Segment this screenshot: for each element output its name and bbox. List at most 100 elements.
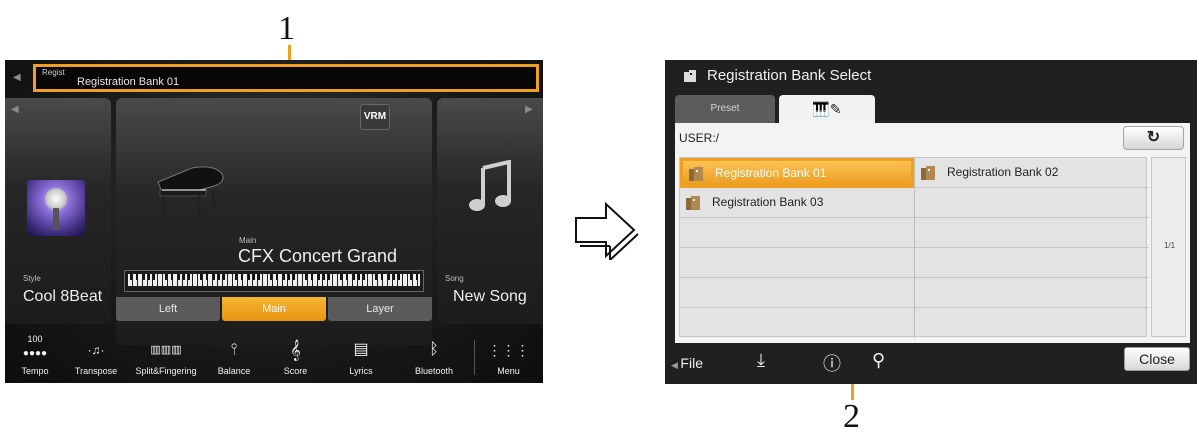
save-button[interactable]: ⤓	[757, 350, 765, 371]
tempo-button[interactable]: 100 ●●●● Tempo	[5, 328, 65, 383]
style-caption: Style	[23, 274, 41, 283]
transpose-label: Transpose	[74, 366, 118, 376]
registration-bank-icon	[684, 70, 696, 82]
bluetooth-icon: ᛒ	[429, 341, 439, 358]
score-icon: 𝄞	[290, 340, 301, 360]
regist-bank-name: Registration Bank 01	[77, 76, 180, 88]
file-item-registration-bank-03[interactable]: Registration Bank 03	[680, 188, 914, 218]
empty-file-slot	[915, 188, 1149, 218]
file-menu-button[interactable]: ◀ File	[671, 355, 703, 371]
empty-file-slot	[680, 278, 914, 308]
user-piano-edit-icon: 🎹✎	[812, 101, 842, 117]
bank-file-icon	[686, 196, 700, 210]
split-fingering-icon: ▥▥▥	[150, 344, 182, 356]
file-item-registration-bank-01[interactable]: Registration Bank 01	[680, 158, 914, 188]
bank-file-icon	[689, 167, 703, 181]
empty-file-slot	[915, 278, 1149, 308]
tempo-value: 100	[27, 334, 43, 344]
empty-file-slot	[915, 218, 1149, 248]
toolbar-divider	[474, 340, 475, 375]
lyrics-button[interactable]: ▤ Lyrics	[328, 328, 394, 383]
lyrics-icon: ▤	[353, 341, 369, 358]
menu-button[interactable]: ⋮⋮⋮ Menu	[474, 328, 543, 383]
bank-select-toolbar: ◀ File ⤓ ⓘ ⚲	[665, 344, 1197, 384]
regist-left-arrow-icon[interactable]: ◀	[13, 72, 21, 83]
flow-arrow-icon	[575, 201, 639, 260]
screen-title: Registration Bank Select	[707, 67, 872, 84]
score-button[interactable]: 𝄞 Score	[263, 328, 328, 383]
song-caption: Song	[445, 274, 464, 283]
vrm-button[interactable]: VRM	[360, 104, 390, 130]
balance-label: Balance	[217, 366, 251, 376]
balance-button[interactable]: ⫯ Balance	[205, 328, 263, 383]
registration-bank-select-screen: Registration Bank Select Preset 🎹✎ USER:…	[665, 60, 1197, 384]
part-tab-left[interactable]: Left	[116, 297, 220, 321]
music-note-icon	[469, 160, 511, 211]
regist-label: Regist	[42, 68, 65, 77]
style-panel[interactable]: ◀ Style Cool 8Beat	[5, 98, 111, 324]
empty-file-slot	[680, 218, 914, 248]
home-screen: ◀ Regist Registration Bank 01 ◀ Style Co…	[5, 60, 543, 383]
main-voice-panel[interactable]: VRM Main CFX Concert Grand Left Main Lay…	[116, 98, 432, 345]
split-fingering-button[interactable]: ▥▥▥ Split&Fingering	[127, 328, 205, 383]
file-name: Registration Bank 01	[715, 166, 827, 180]
song-name: New Song	[453, 288, 527, 305]
tab-user[interactable]: 🎹✎	[779, 95, 875, 123]
search-icon: ⚲	[872, 350, 886, 370]
grand-piano-icon	[157, 166, 224, 218]
close-button[interactable]: Close	[1124, 347, 1190, 371]
path-row: USER:/ ↻	[675, 123, 1190, 153]
part-tab-main[interactable]: Main	[222, 297, 326, 321]
style-thumbnail-microphone-icon	[27, 180, 85, 236]
part-tabs: Left Main Layer	[116, 297, 432, 321]
bank-file-icon	[921, 166, 935, 180]
song-panel[interactable]: ▶ Song New Song	[437, 98, 543, 324]
empty-file-slot	[915, 308, 1149, 338]
home-bottom-toolbar: 100 ●●●● Tempo ·♫· Transpose ▥▥▥ Split&Fi…	[5, 328, 543, 383]
file-name: Registration Bank 02	[947, 165, 1059, 179]
style-left-arrow-icon[interactable]: ◀	[11, 104, 19, 115]
file-name: Registration Bank 03	[712, 195, 824, 209]
file-grid: Registration Bank 01 Registration Bank 0…	[679, 157, 1149, 338]
transpose-icon: ·♫·	[87, 343, 105, 357]
balance-icon: ⫯	[230, 341, 238, 358]
file-column-1: Registration Bank 01 Registration Bank 0…	[680, 158, 914, 338]
current-path: USER:/	[679, 131, 720, 145]
location-tabs: Preset 🎹✎	[675, 95, 875, 123]
page-scroll-strip[interactable]: 1/1	[1151, 157, 1186, 337]
tempo-label: Tempo	[21, 366, 49, 376]
split-fingering-label: Split&Fingering	[135, 366, 197, 376]
menu-icon: ⋮⋮⋮	[487, 342, 530, 358]
part-tab-layer[interactable]: Layer	[328, 297, 432, 321]
empty-file-slot	[680, 248, 914, 278]
file-item-registration-bank-02[interactable]: Registration Bank 02	[915, 158, 1149, 188]
menu-label: Menu	[497, 366, 520, 376]
callout-number-2: 2	[843, 398, 860, 435]
lyrics-label: Lyrics	[349, 366, 373, 376]
score-label: Score	[283, 366, 308, 376]
empty-file-slot	[680, 308, 914, 338]
file-menu-label: File	[680, 355, 703, 371]
info-icon: ⓘ	[823, 354, 841, 374]
keyboard-graphic	[124, 270, 424, 292]
file-list-area: USER:/ ↻ Registration Bank 01 Registrati…	[675, 123, 1190, 343]
registration-bank-bar[interactable]: Regist Registration Bank 01	[33, 64, 539, 92]
main-voice-name: CFX Concert Grand	[238, 246, 398, 266]
search-button[interactable]: ⚲	[872, 350, 885, 371]
folder-up-button[interactable]: ↻	[1123, 126, 1184, 150]
save-download-icon: ⤓	[757, 350, 765, 370]
folder-up-icon: ↻	[1146, 129, 1161, 146]
main-caption: Main	[239, 236, 257, 245]
empty-file-slot	[915, 248, 1149, 278]
bluetooth-button[interactable]: ᛒ Bluetooth	[394, 328, 474, 383]
style-name: Cool 8Beat	[23, 288, 103, 305]
file-column-2: Registration Bank 02	[914, 158, 1149, 338]
info-button[interactable]: ⓘ	[823, 350, 841, 376]
song-right-arrow-icon[interactable]: ▶	[525, 104, 533, 115]
tempo-icon: 100 ●●●●	[22, 334, 48, 359]
bluetooth-label: Bluetooth	[414, 366, 454, 376]
transpose-button[interactable]: ·♫· Transpose	[65, 328, 127, 383]
callout-number-1: 1	[278, 10, 295, 47]
file-arrow-icon: ◀	[671, 360, 681, 370]
tab-preset[interactable]: Preset	[675, 95, 775, 123]
